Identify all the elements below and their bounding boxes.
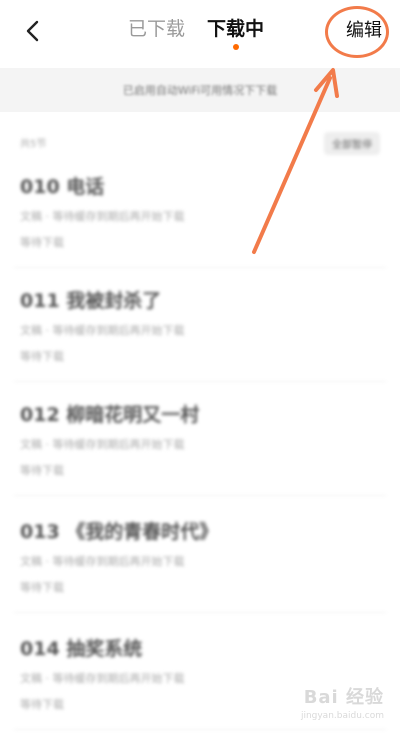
watermark-logo: Bai 经验: [303, 687, 384, 708]
download-list: 共5节 全部暂停 010 电话 文稿 · 等待缓存到期后再开始下载 等待下载 0…: [0, 112, 400, 737]
top-bar: 已下载 下载中 编辑: [0, 0, 400, 66]
notice-bar: 已启用自动WiFi可用情况下下载: [0, 68, 400, 112]
watermark-url: jingyan.baidu.com: [300, 711, 384, 721]
list-item[interactable]: 012 柳暗花明又一村 文稿 · 等待缓存到期后再开始下载 等待下载: [14, 392, 386, 496]
list-item[interactable]: 013 《我的青春时代》 文稿 · 等待缓存到期后再开始下载 等待下载: [14, 509, 386, 613]
pause-all-button[interactable]: 全部暂停: [324, 132, 380, 155]
item-subtitle: 文稿 · 等待缓存到期后再开始下载: [20, 324, 185, 337]
item-status: 等待下载: [20, 464, 64, 477]
edit-button[interactable]: 编辑: [346, 16, 382, 46]
item-subtitle: 文稿 · 等待缓存到期后再开始下载: [20, 210, 185, 223]
section-header: 共5节 全部暂停: [20, 132, 380, 155]
tab-downloading-label: 下载中: [207, 18, 265, 40]
item-status: 等待下载: [20, 698, 64, 711]
chevron-left-icon: [26, 20, 39, 42]
item-status: 等待下载: [20, 581, 64, 594]
item-title: 012 柳暗花明又一村: [20, 404, 200, 426]
list-item[interactable]: 011 我被封杀了 文稿 · 等待缓存到期后再开始下载 等待下载: [14, 278, 386, 382]
active-tab-indicator: [232, 44, 239, 50]
item-title: 011 我被封杀了: [20, 290, 162, 312]
download-tabs: 已下载 下载中: [128, 14, 265, 50]
list-item[interactable]: 010 电话 文稿 · 等待缓存到期后再开始下载 等待下载: [14, 164, 386, 268]
watermark: Bai 经验 jingyan.baidu.com: [301, 683, 384, 721]
notice-text: 已启用自动WiFi可用情况下下载: [122, 84, 278, 97]
item-subtitle: 文稿 · 等待缓存到期后再开始下载: [20, 672, 185, 685]
tab-downloaded[interactable]: 已下载: [128, 14, 185, 44]
item-title: 014 抽奖系统: [20, 638, 143, 660]
item-subtitle: 文稿 · 等待缓存到期后再开始下载: [20, 555, 185, 568]
item-title: 010 电话: [20, 176, 105, 198]
back-button[interactable]: [18, 16, 46, 46]
item-status: 等待下载: [20, 236, 64, 249]
item-status: 等待下载: [20, 350, 64, 363]
tab-downloading[interactable]: 下载中: [207, 14, 265, 50]
section-label: 共5节: [20, 139, 47, 150]
item-subtitle: 文稿 · 等待缓存到期后再开始下载: [20, 438, 185, 451]
item-title: 013 《我的青春时代》: [20, 521, 219, 543]
